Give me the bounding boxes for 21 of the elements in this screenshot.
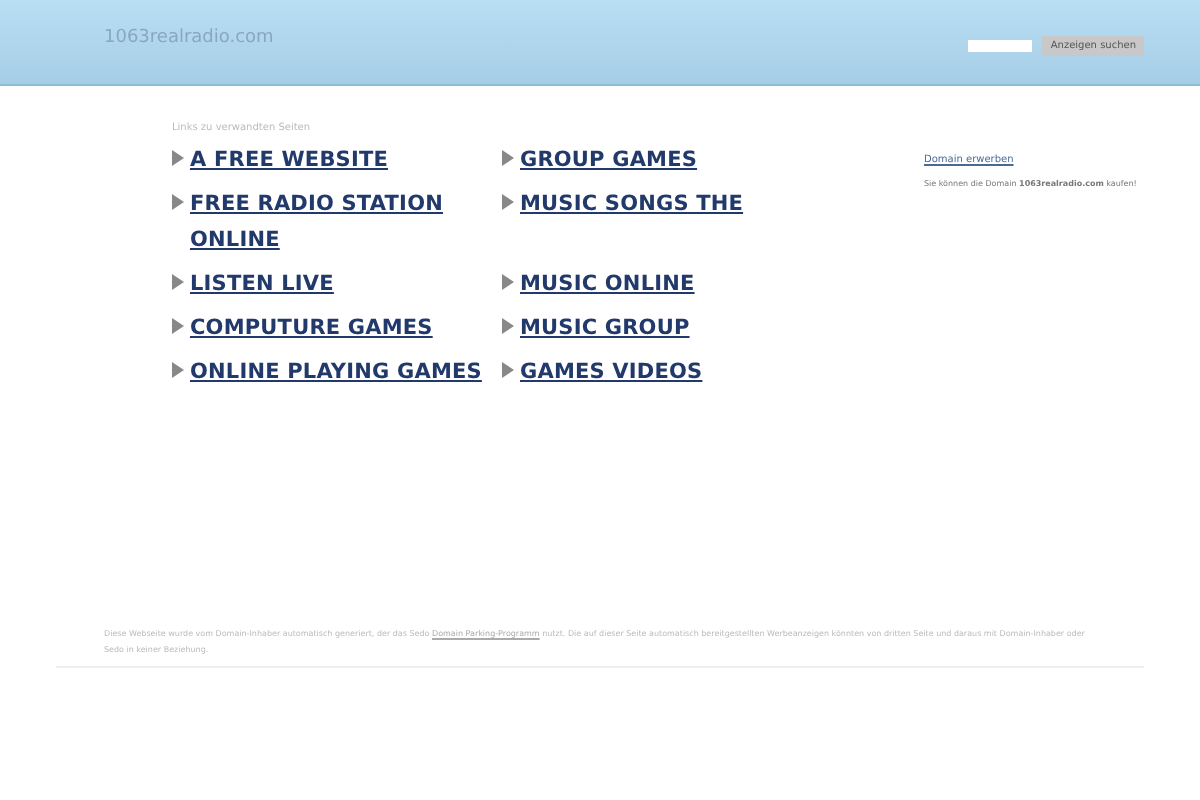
- related-link[interactable]: MUSIC SONGS THE: [520, 186, 744, 222]
- triangle-icon: [502, 274, 514, 290]
- triangle-icon: [502, 318, 514, 334]
- related-link[interactable]: MUSIC ONLINE: [520, 266, 695, 302]
- related-link[interactable]: FREE RADIO STATION ONLINE: [190, 186, 502, 258]
- related-link[interactable]: GAMES VIDEOS: [520, 354, 703, 390]
- triangle-icon: [172, 274, 184, 290]
- triangle-icon: [502, 194, 514, 210]
- triangle-icon: [172, 318, 184, 334]
- related-link[interactable]: LISTEN LIVE: [190, 266, 334, 302]
- related-link[interactable]: MUSIC GROUP: [520, 310, 690, 346]
- related-link[interactable]: COMPUTURE GAMES: [190, 310, 433, 346]
- related-link[interactable]: A FREE WEBSITE: [190, 142, 389, 178]
- related-link[interactable]: GROUP GAMES: [520, 142, 698, 178]
- triangle-icon: [172, 150, 184, 166]
- triangle-icon: [172, 194, 184, 210]
- related-link[interactable]: ONLINE PLAYING GAMES: [190, 354, 482, 390]
- triangle-icon: [502, 150, 514, 166]
- search-field[interactable]: [968, 40, 1033, 52]
- triangle-icon: [172, 362, 184, 378]
- triangle-icon: [502, 362, 514, 378]
